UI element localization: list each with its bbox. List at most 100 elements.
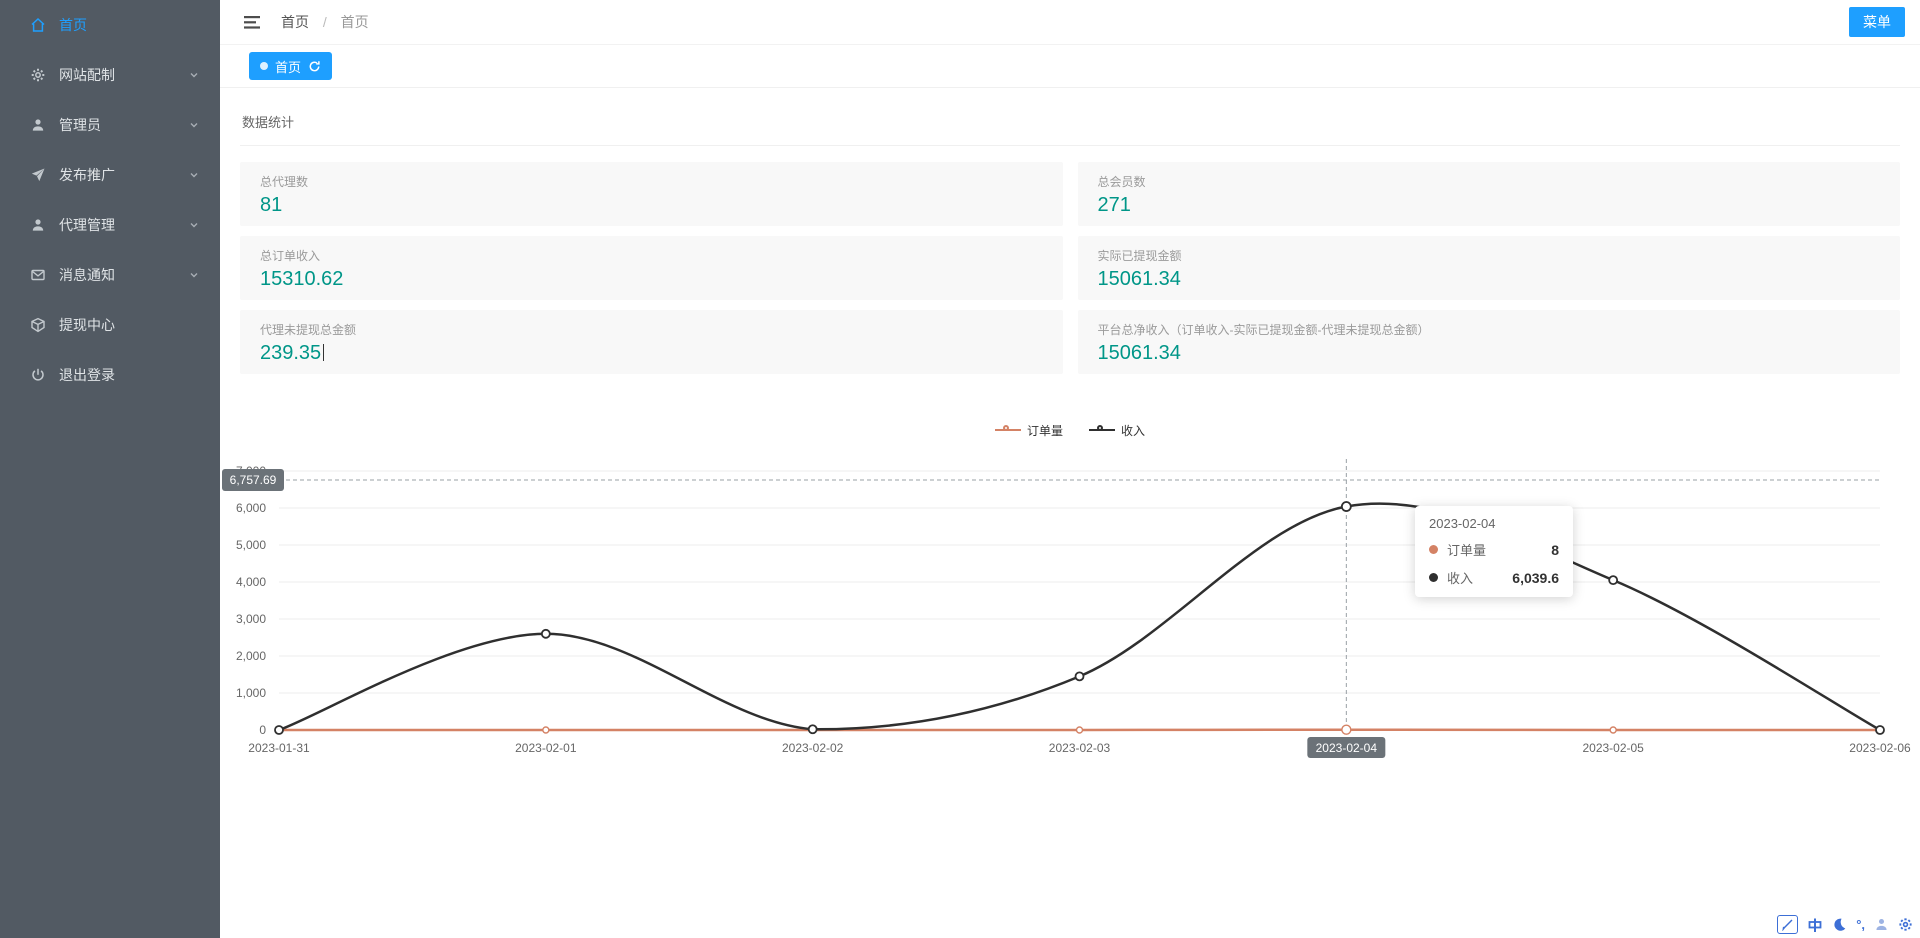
svg-text:1,000: 1,000 xyxy=(236,686,266,700)
sidebar-item-label: 首页 xyxy=(59,15,87,35)
line-chart: 订单量 收入 01,0002,0003,0004,0005,0006,0007,… xyxy=(220,420,1920,776)
svg-text:0: 0 xyxy=(259,723,266,737)
text-cursor xyxy=(323,344,324,361)
chevron-down-icon xyxy=(188,69,200,81)
series-dot-icon xyxy=(1429,545,1438,554)
sidebar-item-label: 网站配制 xyxy=(59,65,115,85)
chart-tooltip: 2023-02-04 订单量 8 收入 6,039.6 xyxy=(1415,506,1573,597)
tooltip-series-name: 收入 xyxy=(1447,568,1473,587)
sidebar-item-promotion[interactable]: 发布推广 xyxy=(0,150,220,200)
svg-text:2023-02-03: 2023-02-03 xyxy=(1049,741,1111,755)
tooltip-series-value: 8 xyxy=(1551,542,1559,558)
sidebar-item-label: 消息通知 xyxy=(59,265,115,285)
svg-text:2023-02-02: 2023-02-02 xyxy=(782,741,844,755)
sidebar-item-label: 发布推广 xyxy=(59,165,115,185)
send-icon xyxy=(30,167,46,183)
sidebar-item-label: 退出登录 xyxy=(59,365,115,385)
svg-text:2023-02-04: 2023-02-04 xyxy=(1316,741,1378,755)
power-icon xyxy=(30,367,46,383)
ime-punctuation-icon[interactable]: °, xyxy=(1856,917,1865,932)
legend-item-income[interactable]: 收入 xyxy=(1089,422,1145,439)
ime-chinese-mode-icon[interactable] xyxy=(1807,917,1823,933)
gear-icon xyxy=(30,67,46,83)
stat-card-agent-unwithdrawn: 代理未提现总金额 239.35 xyxy=(240,310,1063,374)
breadcrumb: 首页 / 首页 xyxy=(281,12,369,32)
stat-value: 271 xyxy=(1098,194,1881,217)
topbar: 首页 / 首页 菜单 xyxy=(220,0,1920,45)
sidebar-item-admins[interactable]: 管理员 xyxy=(0,100,220,150)
chevron-down-icon xyxy=(188,219,200,231)
svg-text:2023-02-06: 2023-02-06 xyxy=(1849,741,1911,755)
sidebar-item-logout[interactable]: 退出登录 xyxy=(0,350,220,400)
stat-label: 平台总净收入（订单收入-实际已提现金额-代理未提现总金额） xyxy=(1098,321,1881,338)
stat-value: 15061.34 xyxy=(1098,342,1881,365)
stat-label: 总代理数 xyxy=(260,173,1043,190)
svg-text:2023-01-31: 2023-01-31 xyxy=(248,741,310,755)
ime-moon-icon[interactable] xyxy=(1832,917,1847,932)
legend-item-orders[interactable]: 订单量 xyxy=(995,422,1063,439)
svg-text:2023-02-01: 2023-02-01 xyxy=(515,741,577,755)
stat-label: 实际已提现金额 xyxy=(1098,247,1881,264)
sidebar-item-agents[interactable]: 代理管理 xyxy=(0,200,220,250)
menu-button[interactable]: 菜单 xyxy=(1849,7,1905,37)
chart-plot-area[interactable]: 01,0002,0003,0004,0005,0006,0007,0002023… xyxy=(220,446,1920,776)
svg-text:5,000: 5,000 xyxy=(236,538,266,552)
stats-cards: 总代理数 81 总会员数 271 总订单收入 15310.62 实际已提现金额 … xyxy=(240,162,1900,374)
stat-card-total-order-income: 总订单收入 15310.62 xyxy=(240,236,1063,300)
svg-text:4,000: 4,000 xyxy=(236,575,266,589)
breadcrumb-home[interactable]: 首页 xyxy=(281,14,309,30)
legend-line-marker-icon xyxy=(995,425,1021,435)
tooltip-date: 2023-02-04 xyxy=(1429,516,1559,531)
sidebar-item-label: 管理员 xyxy=(59,115,101,135)
package-icon xyxy=(30,317,46,333)
user-icon xyxy=(30,117,46,133)
tooltip-series-name: 订单量 xyxy=(1447,540,1486,559)
stat-card-total-members: 总会员数 271 xyxy=(1078,162,1901,226)
stat-card-platform-net-income: 平台总净收入（订单收入-实际已提现金额-代理未提现总金额） 15061.34 xyxy=(1078,310,1901,374)
mail-icon xyxy=(30,267,46,283)
home-icon xyxy=(30,17,46,33)
sidebar-item-withdraw-center[interactable]: 提现中心 xyxy=(0,300,220,350)
section-title: 数据统计 xyxy=(242,112,1900,131)
ime-tray: °, xyxy=(1773,913,1917,936)
breadcrumb-current: 首页 xyxy=(341,14,369,30)
tooltip-row: 收入 6,039.6 xyxy=(1429,568,1559,587)
tooltip-series-value: 6,039.6 xyxy=(1512,570,1559,586)
ime-user-icon[interactable] xyxy=(1874,917,1889,932)
main-area: 首页 / 首页 菜单 首页 数据统计 总代理数 81 总会员数 271 xyxy=(220,0,1920,796)
refresh-icon[interactable] xyxy=(308,60,321,73)
ime-pen-box-icon[interactable] xyxy=(1777,915,1798,934)
stat-value: 15310.62 xyxy=(260,268,1043,291)
sidebar: 首页 网站配制 管理员 发布推广 代理管理 xyxy=(0,0,220,938)
tab-home[interactable]: 首页 xyxy=(249,52,332,80)
divider xyxy=(240,145,1900,146)
user-icon xyxy=(30,217,46,233)
svg-text:6,000: 6,000 xyxy=(236,501,266,515)
tooltip-row: 订单量 8 xyxy=(1429,540,1559,559)
stat-card-withdrawn-amount: 实际已提现金额 15061.34 xyxy=(1078,236,1901,300)
svg-text:6,757.69: 6,757.69 xyxy=(230,473,277,487)
svg-text:2023-02-05: 2023-02-05 xyxy=(1582,741,1644,755)
stat-label: 总会员数 xyxy=(1098,173,1881,190)
tab-active-dot-icon xyxy=(260,62,268,70)
breadcrumb-separator: / xyxy=(323,14,327,30)
page-content: 数据统计 总代理数 81 总会员数 271 总订单收入 15310.62 实际已… xyxy=(220,88,1920,796)
chevron-down-icon xyxy=(188,269,200,281)
sidebar-item-notifications[interactable]: 消息通知 xyxy=(0,250,220,300)
series-dot-icon xyxy=(1429,573,1438,582)
tab-bar: 首页 xyxy=(220,45,1920,88)
stat-value: 81 xyxy=(260,194,1043,217)
sidebar-item-site-config[interactable]: 网站配制 xyxy=(0,50,220,100)
stat-value: 15061.34 xyxy=(1098,268,1881,291)
legend-line-marker-icon xyxy=(1089,425,1115,435)
stat-card-total-agents: 总代理数 81 xyxy=(240,162,1063,226)
tab-label: 首页 xyxy=(275,57,301,76)
stat-label: 代理未提现总金额 xyxy=(260,321,1043,338)
sidebar-item-label: 代理管理 xyxy=(59,215,115,235)
legend-label: 收入 xyxy=(1121,422,1145,439)
ime-gear-icon[interactable] xyxy=(1898,917,1913,932)
sidebar-item-home[interactable]: 首页 xyxy=(0,0,220,50)
chart-legend: 订单量 收入 xyxy=(220,420,1920,440)
stat-value: 239.35 xyxy=(260,342,1043,365)
collapse-sidebar-icon[interactable] xyxy=(244,15,261,30)
